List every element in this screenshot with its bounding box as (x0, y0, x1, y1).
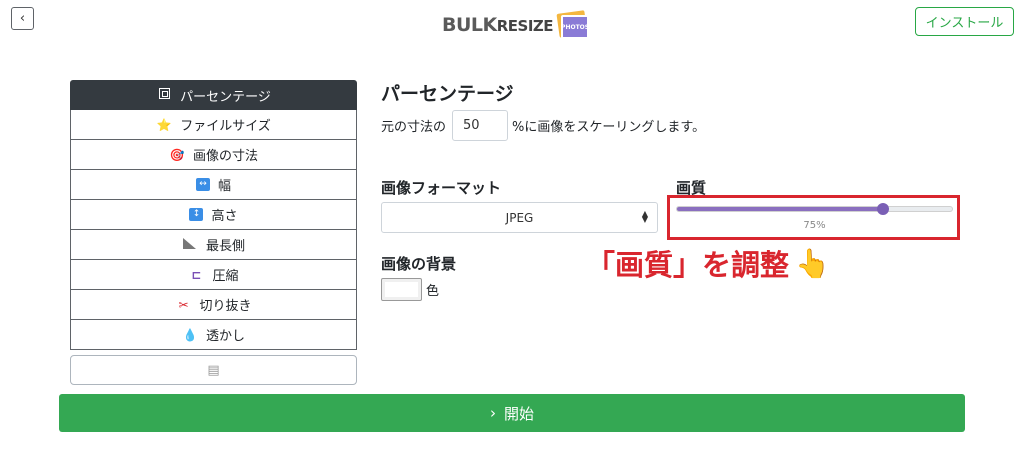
target-icon: 🎯 (169, 147, 185, 162)
background-color-label: 色 (426, 284, 440, 299)
select-caret-icon: ▲ ▼ (641, 209, 648, 224)
list-icon: ▤ (207, 362, 220, 378)
app-logo: BULKRESIZE PHOTOS (442, 9, 589, 41)
sidebar-item-height[interactable]: ↕ 高さ (70, 200, 357, 230)
percentage-icon (156, 88, 172, 102)
sidebar-item-label: 透かし (205, 329, 245, 344)
sidebar-item-label: 最長側 (205, 239, 245, 254)
logo-text: BULKRESIZE (442, 14, 554, 36)
quality-slider[interactable] (676, 203, 953, 215)
scale-prefix: 元の寸法の (381, 120, 447, 135)
logo-word-resize: RESIZE (496, 17, 554, 35)
sidebar-item-compress[interactable]: ⊏ 圧縮 (70, 260, 357, 290)
scissors-icon: ✂ (178, 297, 189, 312)
horizontal-arrows-icon: ↔ (195, 178, 210, 191)
quality-value: 75% (803, 220, 826, 231)
sidebar-item-label: パーセンテージ (180, 89, 271, 105)
format-select[interactable]: JPEG ▲ ▼ (381, 202, 658, 233)
vertical-arrows-icon: ↕ (189, 208, 204, 221)
resize-mode-sidebar: パーセンテージ ⭐ ファイルサイズ 🎯 画像の寸法 ↔ 幅 ↕ 高さ 最長側 ⊏… (70, 80, 357, 385)
background-row: 色 (381, 278, 439, 301)
chevron-left-icon: ‹ (19, 11, 26, 26)
sidebar-item-percentage[interactable]: パーセンテージ (70, 80, 357, 110)
scale-percent-input[interactable]: 50 (452, 110, 509, 141)
quality-slider-fill (677, 207, 884, 211)
pointing-hand-icon: 👆 (795, 246, 830, 280)
format-label: 画像フォーマット (381, 179, 502, 197)
sidebar-item-label: 幅 (217, 179, 231, 194)
chevron-right-icon: › (489, 404, 496, 422)
page-title: パーセンテージ (381, 83, 514, 105)
triangle-ruler-icon (182, 237, 198, 252)
scale-suffix: %に画像をスケーリングします。 (512, 120, 706, 135)
start-label: 開始 (503, 404, 534, 423)
sidebar-item-longest-side[interactable]: 最長側 (70, 230, 357, 260)
droplet-icon: 💧 (182, 327, 198, 342)
install-button[interactable]: インストール (915, 7, 1014, 36)
star-icon: ⭐ (156, 117, 172, 132)
more-options-button[interactable]: ▤ (70, 355, 357, 385)
annotation-callout: 「画質」を調整 👆 (586, 242, 830, 284)
clamp-icon: ⊏ (191, 267, 202, 282)
scale-row: 元の寸法の 50 %に画像をスケーリングします。 (381, 110, 705, 141)
photos-logo-icon: PHOTOS (555, 10, 589, 39)
sidebar-item-label: 高さ (211, 209, 238, 224)
sidebar-item-watermark[interactable]: 💧 透かし (70, 320, 357, 350)
logo-badge: PHOTOS (561, 15, 589, 39)
format-selected-value: JPEG (505, 210, 534, 225)
sidebar-item-label: 切り抜き (199, 299, 252, 314)
sidebar-item-label: 圧縮 (212, 269, 239, 284)
annotation-text: 「画質」を調整 (586, 248, 790, 282)
start-button[interactable]: › 開始 (59, 394, 965, 432)
sidebar-item-file-size[interactable]: ⭐ ファイルサイズ (70, 110, 357, 140)
sidebar-item-crop[interactable]: ✂ 切り抜き (70, 290, 357, 320)
background-color-swatch[interactable] (381, 278, 422, 301)
quality-highlight-box (667, 195, 960, 240)
background-label: 画像の背景 (381, 255, 457, 273)
back-button[interactable]: ‹ (11, 7, 34, 30)
sidebar-item-label: 画像の寸法 (192, 149, 258, 164)
logo-word-bulk: BULK (442, 14, 497, 36)
sidebar-item-label: ファイルサイズ (180, 119, 271, 134)
sidebar-item-dimensions[interactable]: 🎯 画像の寸法 (70, 140, 357, 170)
sidebar-item-width[interactable]: ↔ 幅 (70, 170, 357, 200)
